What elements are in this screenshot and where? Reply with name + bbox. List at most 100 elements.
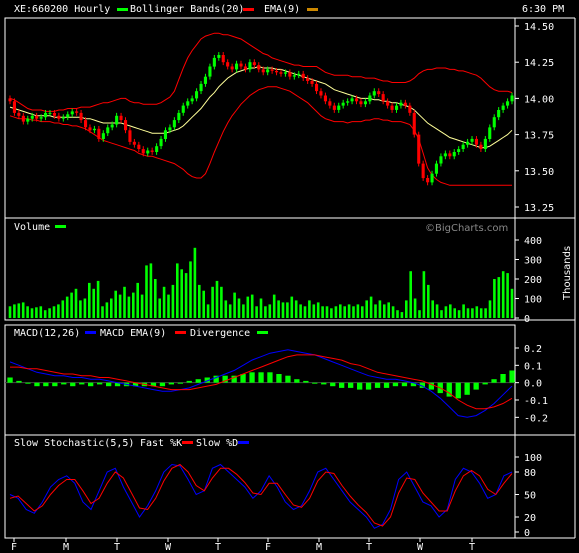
candle-body xyxy=(181,105,185,113)
volume-bar xyxy=(281,302,285,318)
candle-body xyxy=(257,65,261,70)
candle-body xyxy=(132,141,136,145)
divergence-bar xyxy=(383,382,390,388)
candle-body xyxy=(470,138,474,142)
macd-axis-tick-label: 0.0 xyxy=(524,379,542,390)
candle-body xyxy=(386,101,390,106)
volume-bar xyxy=(440,310,443,318)
slow-d-title: Slow %D xyxy=(196,438,238,449)
divergence-bar xyxy=(330,382,336,387)
candle-body xyxy=(430,173,434,183)
candle-body xyxy=(57,115,61,119)
volume-bar xyxy=(145,265,148,318)
x-axis-label: W xyxy=(417,542,424,553)
candle-body xyxy=(203,76,207,84)
volume-bar xyxy=(246,296,250,318)
volume-bar xyxy=(92,288,95,319)
volume-bar xyxy=(83,298,87,318)
macd-axis-tick-label: 0.2 xyxy=(524,344,542,355)
candle-body xyxy=(35,115,39,119)
candle-body xyxy=(186,101,190,106)
candle-body xyxy=(101,133,105,139)
candle-body xyxy=(439,156,443,164)
candle-body xyxy=(12,101,16,113)
divergence-bar xyxy=(61,382,67,385)
volume-bar xyxy=(255,306,258,318)
candle-body xyxy=(483,138,487,149)
volume-bar xyxy=(400,312,404,318)
candle-body xyxy=(252,62,256,66)
volume-bar xyxy=(136,282,139,318)
watermark: ©BigCharts.com xyxy=(425,223,508,234)
volume-bar xyxy=(457,310,461,318)
volume-bar xyxy=(374,304,377,318)
volume-bar xyxy=(65,296,69,318)
candle-body xyxy=(341,102,345,106)
volume-bar xyxy=(202,290,205,318)
stock-chart: XE:660200 Hourly Bollinger Bands(20) EMA… xyxy=(0,0,579,553)
chart-background xyxy=(0,0,579,553)
volume-bar xyxy=(475,306,479,318)
volume-bar xyxy=(48,308,51,319)
candle-body xyxy=(75,111,79,113)
candle-body xyxy=(368,95,372,102)
volume-bar xyxy=(88,282,91,318)
price-axis-tick-label: 13.50 xyxy=(524,167,554,178)
volume-bar xyxy=(39,306,43,318)
volume-bar xyxy=(427,284,430,318)
volume-bar xyxy=(449,304,452,318)
volume-bar xyxy=(250,294,254,318)
candle-body xyxy=(239,63,243,67)
volume-bar xyxy=(101,306,104,318)
price-axis-tick-label: 13.25 xyxy=(524,203,554,214)
volume-bar xyxy=(132,292,135,318)
candle-body xyxy=(288,72,292,77)
volume-bar xyxy=(198,284,201,318)
slow-d-legend-swatch xyxy=(238,441,249,444)
volume-bar xyxy=(52,306,56,318)
volume-bar xyxy=(299,304,302,318)
candle-body xyxy=(315,83,319,92)
divergence-bar xyxy=(177,382,183,384)
candle-body xyxy=(266,69,270,73)
divergence-bar xyxy=(7,377,13,383)
volume-bar xyxy=(167,294,170,318)
divergence-bar xyxy=(267,372,273,383)
candle-body xyxy=(66,114,70,118)
candle-body xyxy=(395,105,399,110)
candle-body xyxy=(292,75,296,77)
fast-k-title: Fast %K xyxy=(140,438,182,449)
volume-bar xyxy=(43,310,47,318)
volume-bar xyxy=(484,308,487,319)
divergence-bar xyxy=(25,382,31,384)
volume-bar xyxy=(493,279,496,318)
volume-bar xyxy=(70,292,73,318)
volume-bar xyxy=(294,300,298,318)
candle-body xyxy=(506,101,510,106)
candle-body xyxy=(408,105,412,113)
candle-body xyxy=(332,105,336,110)
candle-body xyxy=(417,134,421,164)
volume-bar xyxy=(405,300,408,318)
volume-bar xyxy=(123,286,126,318)
divergence-bar xyxy=(464,382,470,395)
volume-axis-tick-label: 0 xyxy=(524,314,530,325)
candle-body xyxy=(372,91,376,96)
macd-ema-legend-swatch xyxy=(175,331,186,334)
divergence-bar xyxy=(401,382,408,387)
candle-body xyxy=(510,95,514,102)
divergence-bar xyxy=(159,382,166,387)
volume-bar xyxy=(26,306,29,318)
ema-legend-swatch xyxy=(307,8,318,11)
candle-body xyxy=(17,112,21,116)
volume-legend-swatch xyxy=(55,225,66,228)
bb-legend-swatch xyxy=(117,8,128,11)
candle-body xyxy=(403,102,407,106)
candle-body xyxy=(159,138,163,147)
candle-body xyxy=(270,69,274,71)
volume-bar xyxy=(466,308,470,319)
volume-bar xyxy=(497,277,501,318)
volume-bar xyxy=(211,286,214,318)
volume-bar xyxy=(510,288,514,319)
price-axis-tick-label: 14.25 xyxy=(524,58,554,69)
